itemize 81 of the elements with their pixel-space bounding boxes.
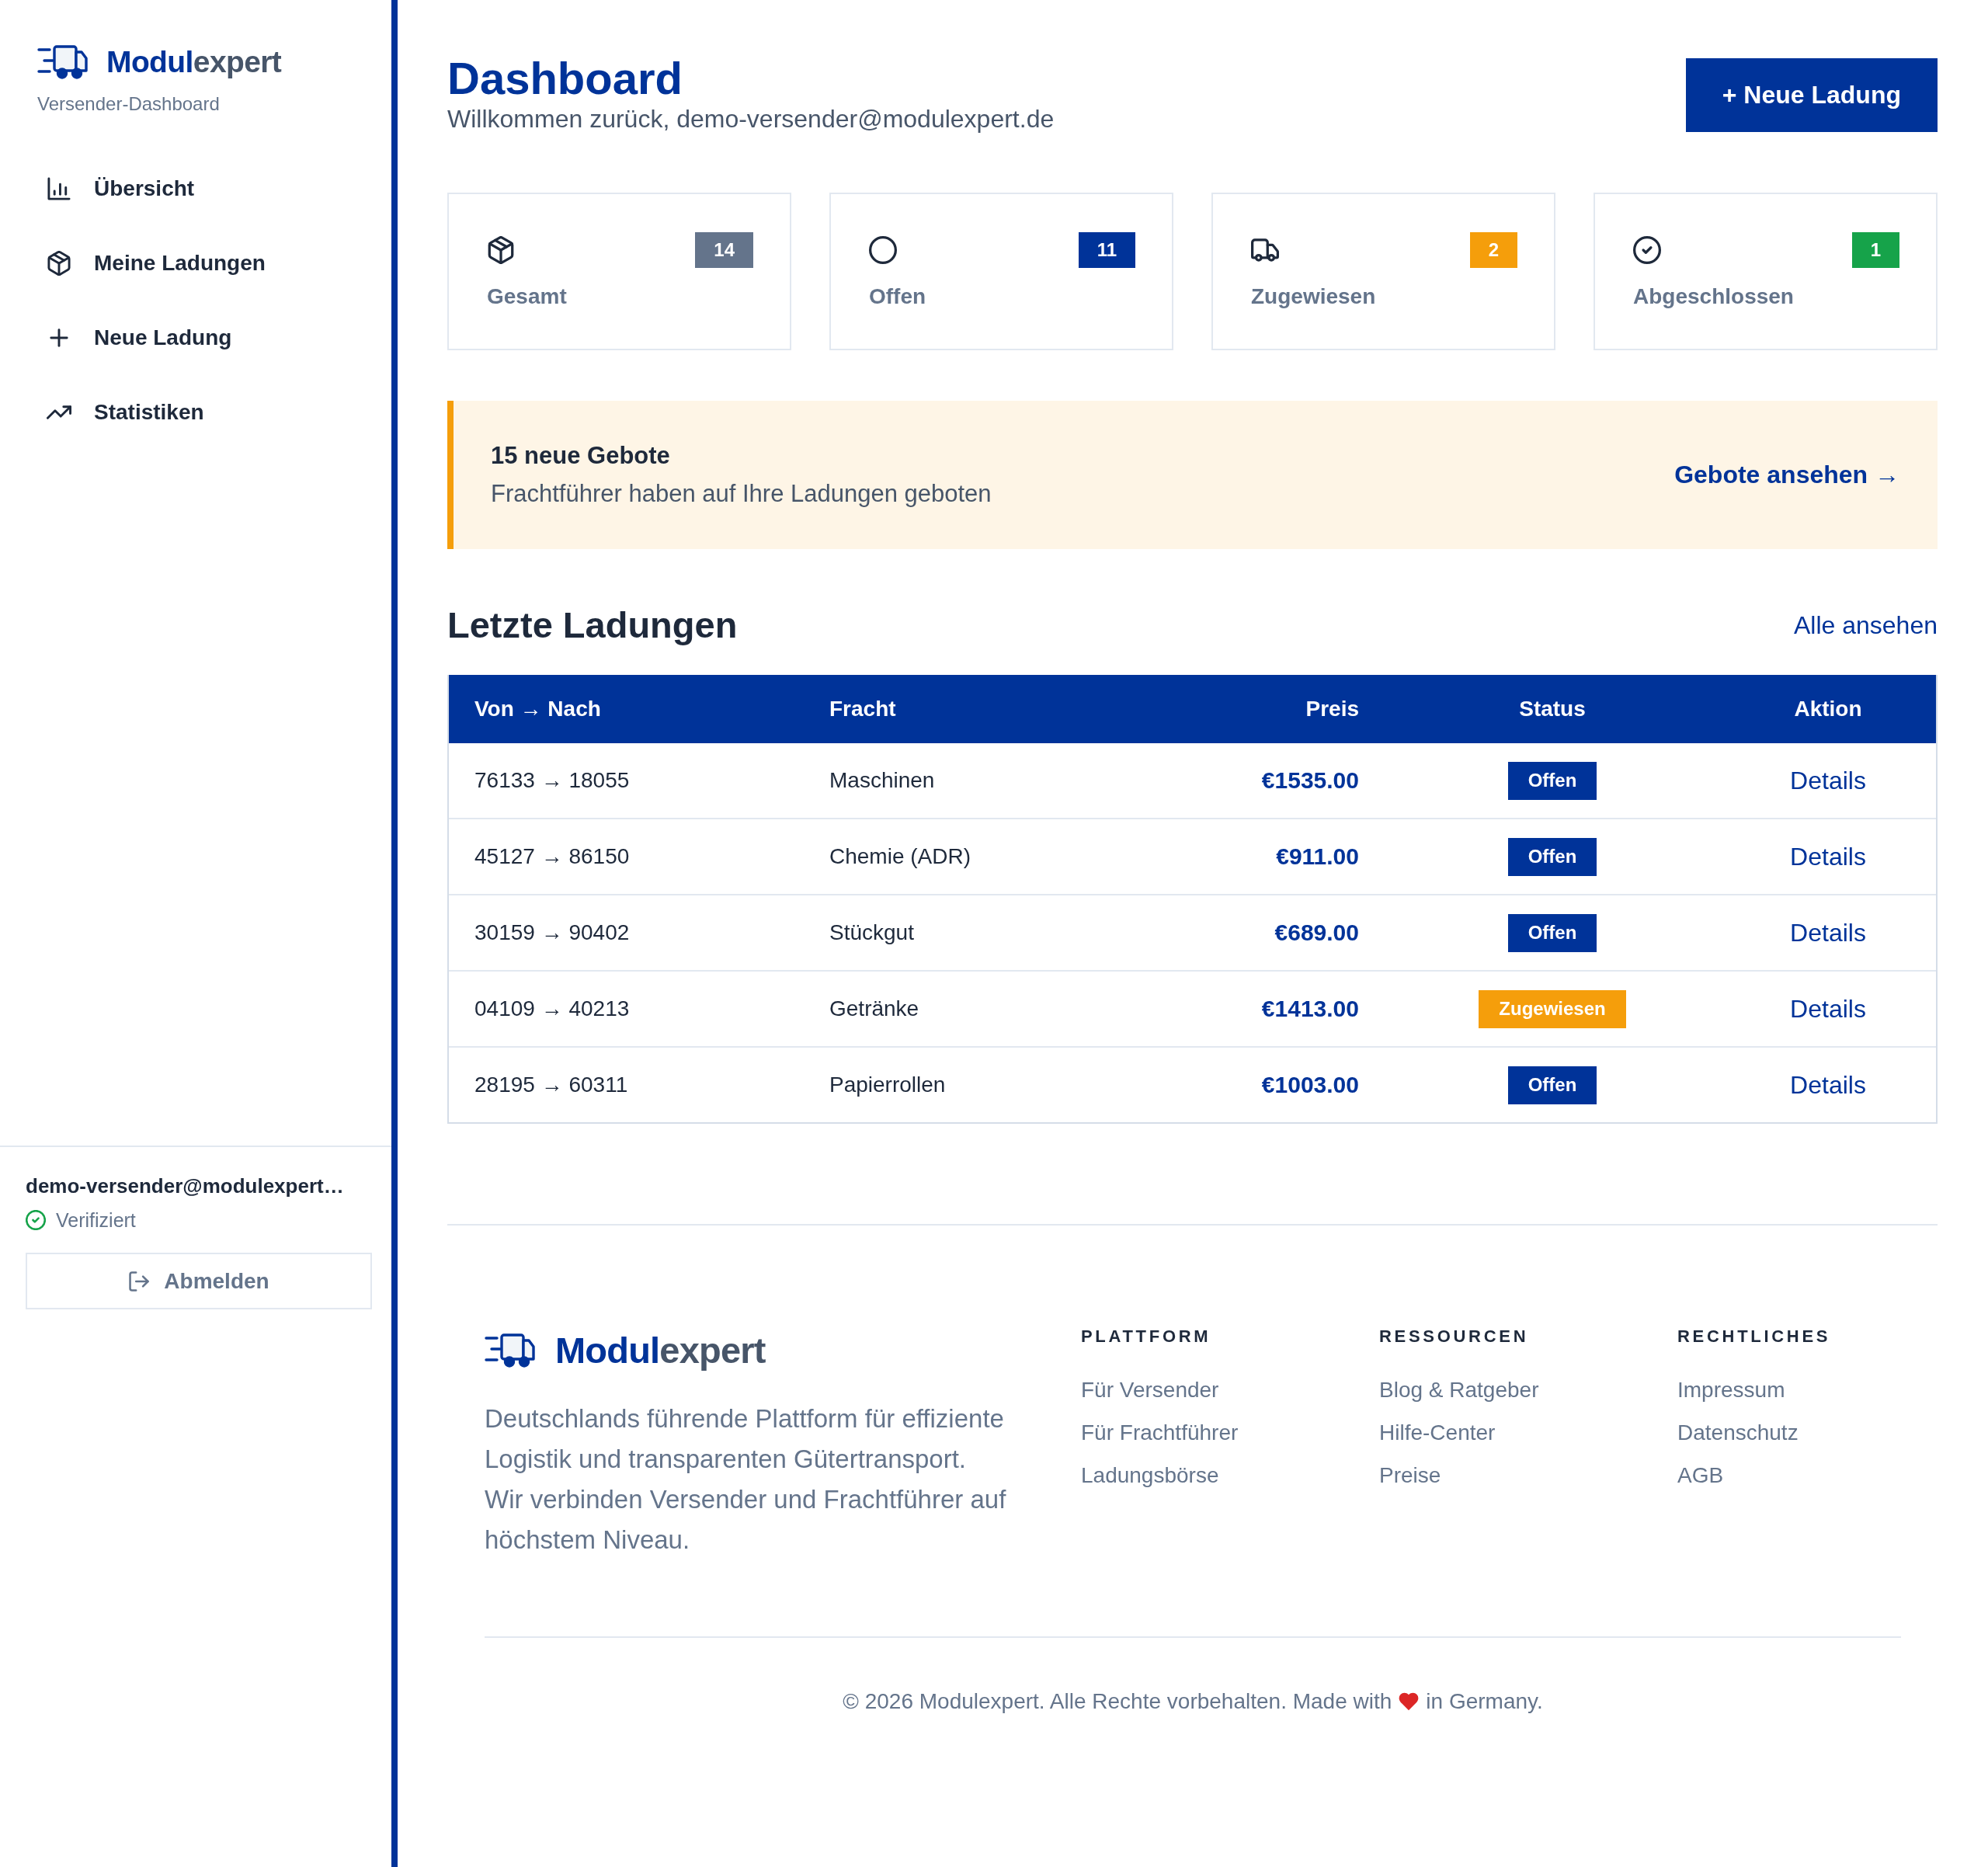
price-cell-text: €911.00	[1275, 843, 1360, 870]
footer-heading: RESSOURCEN	[1379, 1326, 1529, 1347]
count-badge: 1	[1851, 232, 1899, 268]
footer-link[interactable]: Datenschutz	[1677, 1417, 1799, 1448]
count-badge: 11	[1078, 232, 1135, 268]
box-icon	[487, 236, 515, 264]
route-cell-text: 04109 → 40213	[474, 996, 631, 1021]
footer-description: Deutschlands führende Plattform für effiziente Logistik und transparenten Gütertransport. Wir verbinden Versender und Frachtführer auf höchstem Niveau.	[485, 1403, 1007, 1556]
circle-icon	[869, 236, 897, 264]
footer-heading: PLATTFORM	[1081, 1326, 1211, 1347]
status-badge: Offen	[1507, 913, 1597, 952]
column-header: Preis	[1305, 697, 1360, 721]
truck-logo-icon	[37, 45, 89, 79]
bar-chart-icon	[47, 176, 71, 201]
details-link[interactable]: Details	[1764, 766, 1892, 795]
footer-link[interactable]: Hilfe-Center	[1379, 1417, 1496, 1448]
footer-link[interactable]: AGB	[1677, 1460, 1724, 1491]
banner-text: Frachtführer haben auf Ihre Ladungen geboten	[491, 479, 992, 509]
cargo-cell-text: Chemie (ADR)	[829, 844, 972, 869]
count-badge: 2	[1469, 232, 1517, 268]
cargo-cell-text: Papierrollen	[829, 1073, 947, 1097]
banner-title: 15 neue Gebote	[491, 441, 670, 471]
price-cell-text: €1413.00	[1260, 996, 1360, 1022]
nav-item[interactable]: Übersicht	[25, 158, 367, 220]
footer-link[interactable]: Für Versender	[1081, 1375, 1219, 1406]
copyright-text: © 2026 Modulexpert. Alle Rechte vorbehalten. Made with	[843, 1688, 1392, 1715]
footer-heading: RECHTLICHES	[1677, 1326, 1831, 1347]
status-badge: Offen	[1507, 761, 1597, 800]
column-header: Fracht	[829, 697, 897, 721]
stat-label: Offen	[869, 283, 926, 310]
cargo-cell-text: Maschinen	[829, 768, 936, 793]
route-cell-text: 45127 → 86150	[474, 844, 631, 869]
details-link[interactable]: Details	[1764, 994, 1892, 1024]
welcome-text: Willkommen zurück, demo-versender@modulexpert.de	[447, 104, 1055, 134]
new-load-button[interactable]: + Neue Ladung	[1685, 58, 1938, 132]
brand-name: Modulexpert	[106, 44, 282, 80]
nav-item[interactable]: Statistiken	[25, 381, 367, 443]
view-all-link[interactable]: Alle ansehen	[1793, 610, 1938, 640]
heart-icon	[1399, 1692, 1420, 1711]
status-badge: Offen	[1507, 1066, 1597, 1104]
route-cell-text: 76133 → 18055	[474, 768, 631, 793]
check-circle-icon	[1633, 236, 1661, 264]
logout-button[interactable]: Abmelden	[26, 1253, 372, 1309]
stat-label: Zugewiesen	[1251, 283, 1376, 310]
footer-link[interactable]: Impressum	[1677, 1375, 1785, 1406]
count-badge: 14	[695, 232, 753, 268]
footer-link[interactable]: Für Frachtführer	[1081, 1417, 1239, 1448]
copyright-suffix: in Germany.	[1426, 1688, 1543, 1715]
page-title: Dashboard	[447, 54, 683, 103]
view-bids-link[interactable]: Gebote ansehen →	[1674, 461, 1899, 489]
brand-name: Modulexpert	[555, 1329, 766, 1372]
status-badge: Offen	[1507, 837, 1597, 876]
box-icon	[47, 251, 71, 276]
footer-link[interactable]: Preise	[1379, 1460, 1441, 1491]
column-header: Status	[1518, 697, 1587, 721]
details-link[interactable]: Details	[1764, 1070, 1892, 1100]
section-title: Letzte Ladungen	[447, 603, 738, 647]
stat-label: Gesamt	[487, 283, 567, 310]
cargo-cell-text: Stückgut	[829, 920, 915, 945]
truck-icon	[1251, 236, 1279, 264]
route-cell-text: 30159 → 90402	[474, 920, 631, 945]
footer-link[interactable]: Blog & Ratgeber	[1379, 1375, 1539, 1406]
cargo-cell-text: Getränke	[829, 996, 920, 1021]
logout-icon	[128, 1270, 151, 1292]
nav-item[interactable]: Neue Ladung	[25, 307, 367, 369]
details-link[interactable]: Details	[1764, 842, 1892, 871]
dashboard-subtitle: Versender-Dashboard	[37, 92, 220, 116]
column-header: Aktion	[1793, 697, 1863, 721]
truck-logo-icon	[485, 1333, 536, 1368]
verified-label: Verifiziert	[56, 1208, 136, 1232]
route-cell-text: 28195 → 60311	[474, 1073, 629, 1097]
price-cell-text: €1003.00	[1260, 1072, 1360, 1098]
price-cell-text: €689.00	[1274, 920, 1360, 946]
stat-label: Abgeschlossen	[1633, 283, 1794, 310]
nav-item[interactable]: Meine Ladungen	[25, 232, 367, 294]
details-link[interactable]: Details	[1764, 918, 1892, 947]
price-cell-text: €1535.00	[1260, 767, 1360, 794]
status-badge: Zugewiesen	[1479, 989, 1626, 1028]
footer-link[interactable]: Ladungsbörse	[1081, 1460, 1219, 1491]
column-header: Von → Nach	[474, 697, 602, 721]
user-email: demo-versender@modulexpert…	[26, 1173, 344, 1198]
